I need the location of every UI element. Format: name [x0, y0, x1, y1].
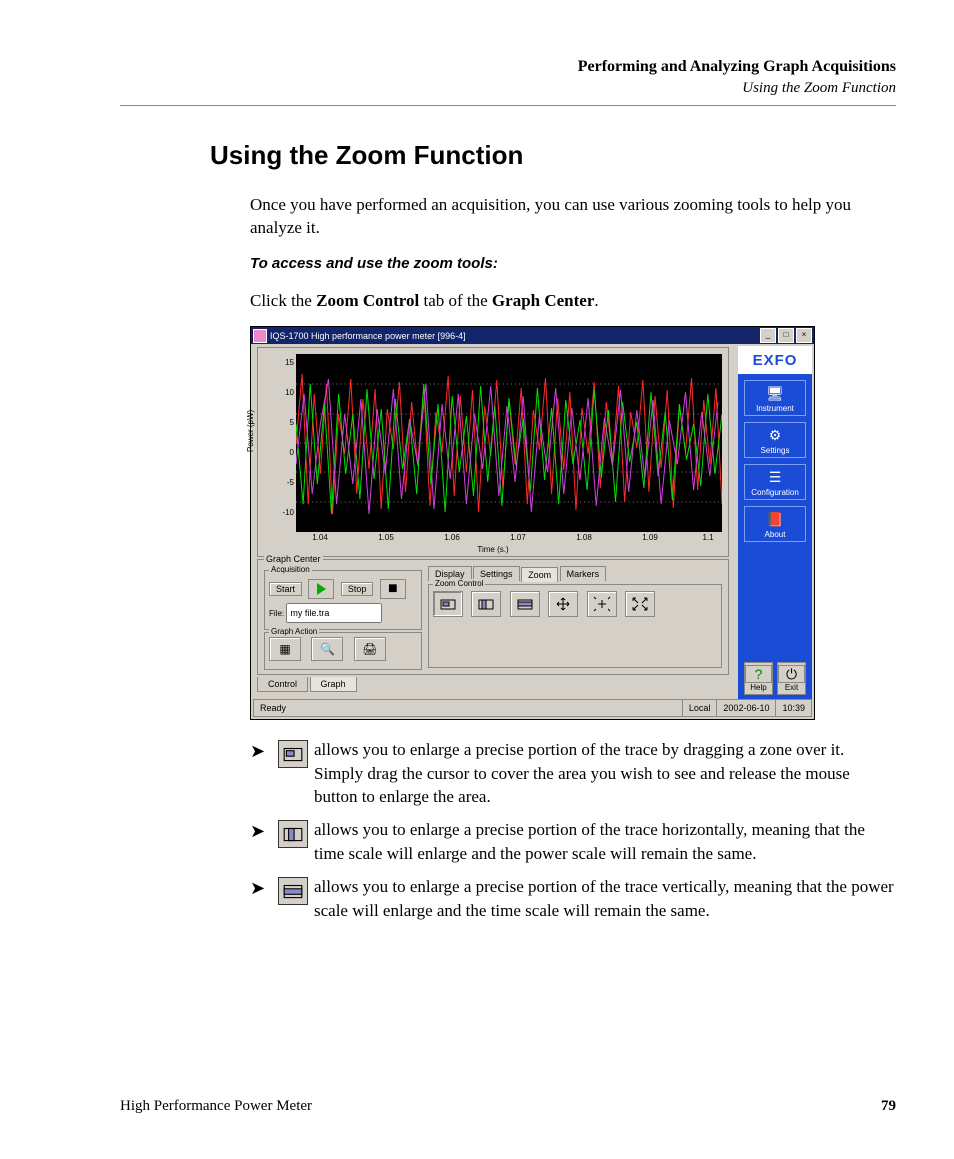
ytick: 15 — [280, 358, 294, 367]
xtick: 1.07 — [510, 533, 526, 542]
xtick: 1.06 — [444, 533, 460, 542]
chart-xlabel: Time (s.) — [258, 545, 728, 554]
tab-zoom[interactable]: Zoom — [521, 567, 558, 582]
nav-settings[interactable]: ⚙Settings — [744, 422, 806, 458]
app-icon — [253, 329, 267, 343]
chart-ylabel: Power (pW) — [246, 410, 255, 452]
ytick: -5 — [280, 478, 294, 487]
zoom-vertical-button[interactable] — [510, 591, 540, 617]
zoom-horizontal-button[interactable] — [471, 591, 501, 617]
graph-action-label: Graph Action — [269, 627, 319, 636]
status-bar: Ready Local 2002-06-10 10:39 — [253, 699, 812, 717]
nav-about[interactable]: 📕About — [744, 506, 806, 542]
ytick: 5 — [280, 418, 294, 427]
print-button[interactable]: 🖨 — [354, 637, 386, 661]
bullet-item: ➤ allows you to enlarge a precise portio… — [250, 818, 896, 865]
zoom-control-group: Zoom Control — [428, 584, 722, 668]
ytick: 0 — [280, 448, 294, 457]
xtick: 1.08 — [576, 533, 592, 542]
running-subheader: Using the Zoom Function — [120, 80, 896, 97]
header-rule — [120, 105, 896, 106]
graph-center-label: Graph Center — [264, 554, 323, 564]
xtick: 1.09 — [642, 533, 658, 542]
exfo-logo: EXFO — [738, 346, 812, 374]
zoom-horizontal-icon — [278, 820, 308, 848]
refresh-button[interactable]: 🔍 — [311, 637, 343, 661]
instruction-line: Click the Zoom Control tab of the Graph … — [250, 289, 896, 312]
help-icon: ? — [745, 665, 772, 683]
acquisition-group: Acquisition Start Stop ■ File: — [264, 570, 422, 630]
close-button[interactable]: × — [796, 328, 812, 343]
section-title: Using the Zoom Function — [210, 140, 896, 171]
exit-button[interactable]: ⏻Exit — [777, 662, 806, 695]
tab-control[interactable]: Control — [257, 677, 308, 692]
zoom-control-label: Zoom Control — [433, 579, 485, 588]
page-number: 79 — [881, 1098, 896, 1115]
bullet-text: allows you to enlarge a precise portion … — [314, 818, 896, 865]
graph-action-group: Graph Action ▦ 🔍 🖨 — [264, 632, 422, 670]
app-screenshot: IQS-1700 High performance power meter [9… — [250, 326, 815, 720]
window-title-text: IQS-1700 High performance power meter [9… — [270, 331, 466, 341]
status-time: 10:39 — [776, 700, 811, 716]
status-date: 2002-06-10 — [717, 700, 776, 716]
ytick: -10 — [280, 508, 294, 517]
zoom-window-button[interactable] — [433, 591, 463, 617]
minimize-button[interactable]: _ — [760, 328, 776, 343]
view-tabs: Control Graph — [257, 677, 356, 692]
stop-button[interactable]: Stop — [341, 582, 374, 596]
record-button[interactable]: ■ — [380, 579, 406, 599]
grid-button[interactable]: ▦ — [269, 637, 301, 661]
zoom-bullets: ➤ allows you to enlarge a precise portio… — [250, 738, 896, 922]
play-button[interactable] — [308, 579, 334, 599]
start-button[interactable]: Start — [269, 582, 302, 596]
window-titlebar: IQS-1700 High performance power meter [9… — [251, 327, 814, 344]
arrow-icon: ➤ — [250, 818, 278, 842]
intro-paragraph: Once you have performed an acquisition, … — [250, 193, 896, 240]
bullet-item: ➤ allows you to enlarge a precise portio… — [250, 738, 896, 808]
chart-panel: Power (pW) 15 10 5 0 -5 -10 1.04 1.05 1.… — [257, 347, 729, 557]
status-mode: Local — [683, 700, 718, 716]
pan-button[interactable] — [548, 591, 578, 617]
about-icon: 📕 — [763, 510, 787, 528]
nav-configuration[interactable]: ☰Configuration — [744, 464, 806, 500]
status-ready: Ready — [254, 700, 683, 716]
xtick: 1.04 — [312, 533, 328, 542]
ytick: 10 — [280, 388, 294, 397]
graph-center-frame: Graph Center Acquisition Start Stop ■ Fi… — [257, 559, 729, 675]
bullet-item: ➤ allows you to enlarge a precise portio… — [250, 875, 896, 922]
instrument-icon: 🖥 — [763, 384, 787, 402]
acquisition-label: Acquisition — [269, 565, 312, 574]
xtick: 1.1 — [702, 533, 713, 542]
settings-icon: ⚙ — [763, 426, 787, 444]
footer-left: High Performance Power Meter — [120, 1098, 312, 1115]
zoom-vertical-icon — [278, 877, 308, 905]
help-button[interactable]: ?Help — [744, 662, 773, 695]
tab-markers[interactable]: Markers — [560, 566, 607, 581]
right-sidebar: EXFO 🖥Instrument ⚙Settings ☰Configuratio… — [738, 346, 812, 699]
maximize-button[interactable]: □ — [778, 328, 794, 343]
page-footer: High Performance Power Meter 79 — [120, 1098, 896, 1115]
zoom-out-button[interactable] — [587, 591, 617, 617]
file-input[interactable] — [286, 603, 382, 623]
zoom-full-button[interactable] — [625, 591, 655, 617]
configuration-icon: ☰ — [763, 468, 787, 486]
chart-plot[interactable] — [296, 354, 722, 532]
power-icon: ⏻ — [778, 665, 805, 683]
procedure-subhead: To access and use the zoom tools: — [250, 254, 896, 275]
zoom-window-icon — [278, 740, 308, 768]
xtick: 1.05 — [378, 533, 394, 542]
arrow-icon: ➤ — [250, 738, 278, 762]
bullet-text: allows you to enlarge a precise portion … — [314, 875, 896, 922]
tab-graph[interactable]: Graph — [310, 677, 357, 692]
file-label: File: — [269, 609, 284, 618]
running-header: Performing and Analyzing Graph Acquisiti… — [120, 58, 896, 76]
play-icon — [317, 583, 326, 595]
bullet-text: allows you to enlarge a precise portion … — [314, 738, 896, 808]
arrow-icon: ➤ — [250, 875, 278, 899]
nav-instrument[interactable]: 🖥Instrument — [744, 380, 806, 416]
